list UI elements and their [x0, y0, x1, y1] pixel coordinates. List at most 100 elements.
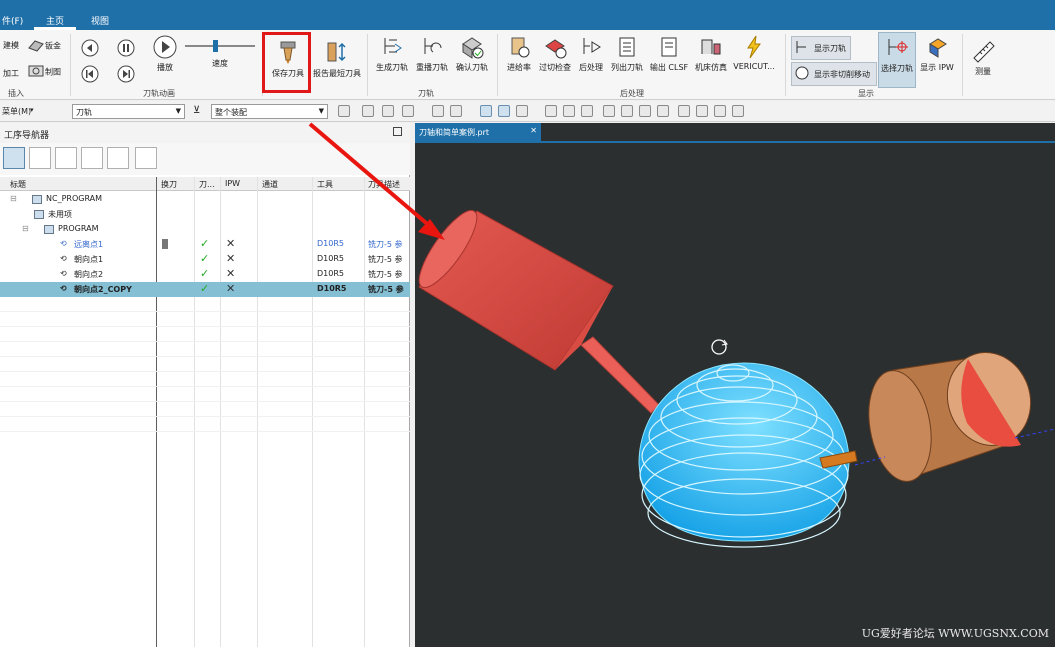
- center-snap-icon[interactable]: [657, 105, 669, 117]
- vericut-button[interactable]: VERICUT...: [732, 34, 776, 71]
- eye-icon[interactable]: [498, 105, 510, 117]
- solid-cube-icon[interactable]: [432, 105, 444, 117]
- tree-row-op-1[interactable]: ⟲ 远离点1 ✓ ✕ D10R5 铣刀-5 参: [0, 237, 410, 252]
- navigator-header: 工序导航器: [0, 123, 410, 143]
- feedrate-button[interactable]: 进给率: [500, 34, 538, 73]
- ribbon-modeling[interactable]: 建模: [1, 40, 21, 51]
- postprocess-button[interactable]: 后处理: [573, 34, 609, 73]
- verify-toolpath-icon: [462, 37, 484, 59]
- anim-group-label: 刀轨动画: [143, 89, 175, 98]
- edit-snap-icon[interactable]: [714, 105, 726, 117]
- type-filter-select[interactable]: 刀轨 ▼: [72, 104, 185, 119]
- col-tool-change[interactable]: 换刀: [161, 179, 177, 190]
- arrow-snap-icon[interactable]: [639, 105, 651, 117]
- quadrant-snap-icon[interactable]: [678, 105, 690, 117]
- col-ipw[interactable]: IPW: [225, 179, 240, 188]
- table-row: [0, 297, 410, 312]
- col-channel[interactable]: 通道: [262, 179, 278, 190]
- toolpath-group-label: 刀轨: [418, 89, 434, 98]
- insert-group-label: 插入: [8, 89, 24, 98]
- report-shortest-tool-button[interactable]: 报告最短刀具: [311, 40, 363, 79]
- cross-icon: ✕: [226, 237, 236, 250]
- col-tool-desc[interactable]: 刀具描述: [368, 179, 400, 190]
- graphics-viewport[interactable]: 刀轴和简单案例.prt ✕ UG爱好者论坛 WWW.UGSNX.COM: [415, 123, 1055, 647]
- list-toolpath-button[interactable]: 列出刀轨: [608, 34, 646, 73]
- method-view-icon[interactable]: [81, 147, 103, 169]
- output-clsf-button[interactable]: 输出 CLSF: [646, 34, 692, 73]
- operation-icon: ⟲: [60, 254, 67, 263]
- mcs-icon[interactable]: [480, 105, 492, 117]
- cross-icon: ✕: [226, 252, 236, 265]
- postprocess-icon: [583, 38, 601, 54]
- tree-row-op-3[interactable]: ⟲ 朝向点2 ✓ ✕ D10R5 铣刀-5 参: [0, 267, 410, 282]
- hide-icon[interactable]: [516, 105, 528, 117]
- table-row: [0, 327, 410, 342]
- body-filter-icon[interactable]: [382, 105, 394, 117]
- tool-holder-model: [819, 352, 1055, 482]
- curve-snap-icon[interactable]: [603, 105, 615, 117]
- add-object-icon[interactable]: [107, 147, 129, 169]
- table-row: [0, 387, 410, 402]
- show-ipw-icon: [929, 38, 947, 58]
- tree-row-program[interactable]: ⊟ PROGRAM: [0, 222, 410, 237]
- table-row: [0, 372, 410, 387]
- filter-icon[interactable]: ⊻: [193, 105, 200, 116]
- replay-toolpath-icon: [424, 38, 442, 54]
- intersection-snap-icon[interactable]: [696, 105, 708, 117]
- play-button[interactable]: 播放: [148, 34, 182, 73]
- point-snap-icon[interactable]: [545, 105, 557, 117]
- speed-slider-track[interactable]: [185, 45, 255, 47]
- face-filter-icon[interactable]: [402, 105, 414, 117]
- tree-row-nc-program[interactable]: ⊟ NC_PROGRAM: [0, 192, 410, 207]
- ribbon-sheetmetal[interactable]: 钣金: [24, 38, 64, 54]
- machine-simulation-button[interactable]: 机床仿真: [690, 34, 732, 73]
- machine-tool-view-icon[interactable]: [29, 147, 51, 169]
- verify-toolpath-button[interactable]: 确认刀轨: [452, 34, 492, 73]
- table-row: [0, 357, 410, 372]
- operation-navigator: 工序导航器 标题 换刀 刀... IPW 通道 工具 刀具描述 ⊟ NC_PRO…: [0, 123, 410, 647]
- shaded-cube-icon[interactable]: [450, 105, 462, 117]
- snap-icon[interactable]: [338, 105, 350, 117]
- ribbon-manufacturing[interactable]: 加工: [1, 68, 21, 79]
- program-order-view-icon[interactable]: [3, 147, 25, 169]
- cross-icon: ✕: [226, 282, 236, 295]
- ribbon: 建模 钣金 加工 制图 插入 播放 速度 刀轨动画 保存刀具 报告最短刀具 生成…: [0, 30, 1055, 100]
- tree-row-op-4-selected[interactable]: ⟲ 朝向点2_COPY ✓ ✕ D10R5 铣刀-5 参: [0, 282, 410, 297]
- select-toolpath-button[interactable]: 选择刀轨: [878, 32, 916, 88]
- tab-home[interactable]: 主页: [46, 14, 64, 27]
- delete-object-icon[interactable]: [135, 147, 157, 169]
- program-folder-icon: [32, 195, 42, 204]
- col-toolpath[interactable]: 刀...: [199, 179, 215, 190]
- pause-icon[interactable]: [116, 38, 136, 58]
- midpoint-snap-icon[interactable]: [621, 105, 633, 117]
- measure-button[interactable]: 测量: [966, 38, 1000, 77]
- show-ipw-button[interactable]: 显示 IPW: [918, 34, 956, 73]
- table-row: [0, 312, 410, 327]
- scope-select[interactable]: 整个装配 ▼: [211, 104, 328, 119]
- geometry-view-icon[interactable]: [55, 147, 77, 169]
- post-group-label: 后处理: [620, 89, 644, 98]
- ribbon-drafting[interactable]: 制图: [24, 64, 64, 80]
- rewind-icon[interactable]: [80, 38, 100, 58]
- step-back-icon[interactable]: [80, 64, 100, 84]
- menu-file[interactable]: 件(F): [2, 14, 23, 27]
- rotate-cursor-icon: [711, 339, 728, 355]
- menu-dropdown[interactable]: 菜单(M): [2, 106, 31, 117]
- tangent-snap-icon[interactable]: [732, 105, 744, 117]
- select-toolpath-icon: [888, 39, 908, 55]
- maximize-icon[interactable]: [393, 127, 402, 136]
- select-all-icon[interactable]: [362, 105, 374, 117]
- replay-toolpath-button[interactable]: 重播刀轨: [412, 34, 452, 73]
- tree-row-unused[interactable]: 未用项: [0, 207, 410, 222]
- tree-row-op-2[interactable]: ⟲ 朝向点1 ✓ ✕ D10R5 铣刀-5 参: [0, 252, 410, 267]
- speed-slider-thumb[interactable]: [213, 40, 218, 52]
- col-tool[interactable]: 工具: [317, 179, 333, 190]
- gouge-check-button[interactable]: 过切检查: [536, 34, 574, 73]
- col-title[interactable]: 标题: [10, 179, 26, 190]
- generate-toolpath-button[interactable]: 生成刀轨: [372, 34, 412, 73]
- menu-bar: 件(F) 主页 视图: [0, 10, 1055, 30]
- endpoint-snap-icon[interactable]: [563, 105, 575, 117]
- line-snap-icon[interactable]: [581, 105, 593, 117]
- tab-view[interactable]: 视图: [91, 14, 109, 27]
- step-forward-icon[interactable]: [116, 64, 136, 84]
